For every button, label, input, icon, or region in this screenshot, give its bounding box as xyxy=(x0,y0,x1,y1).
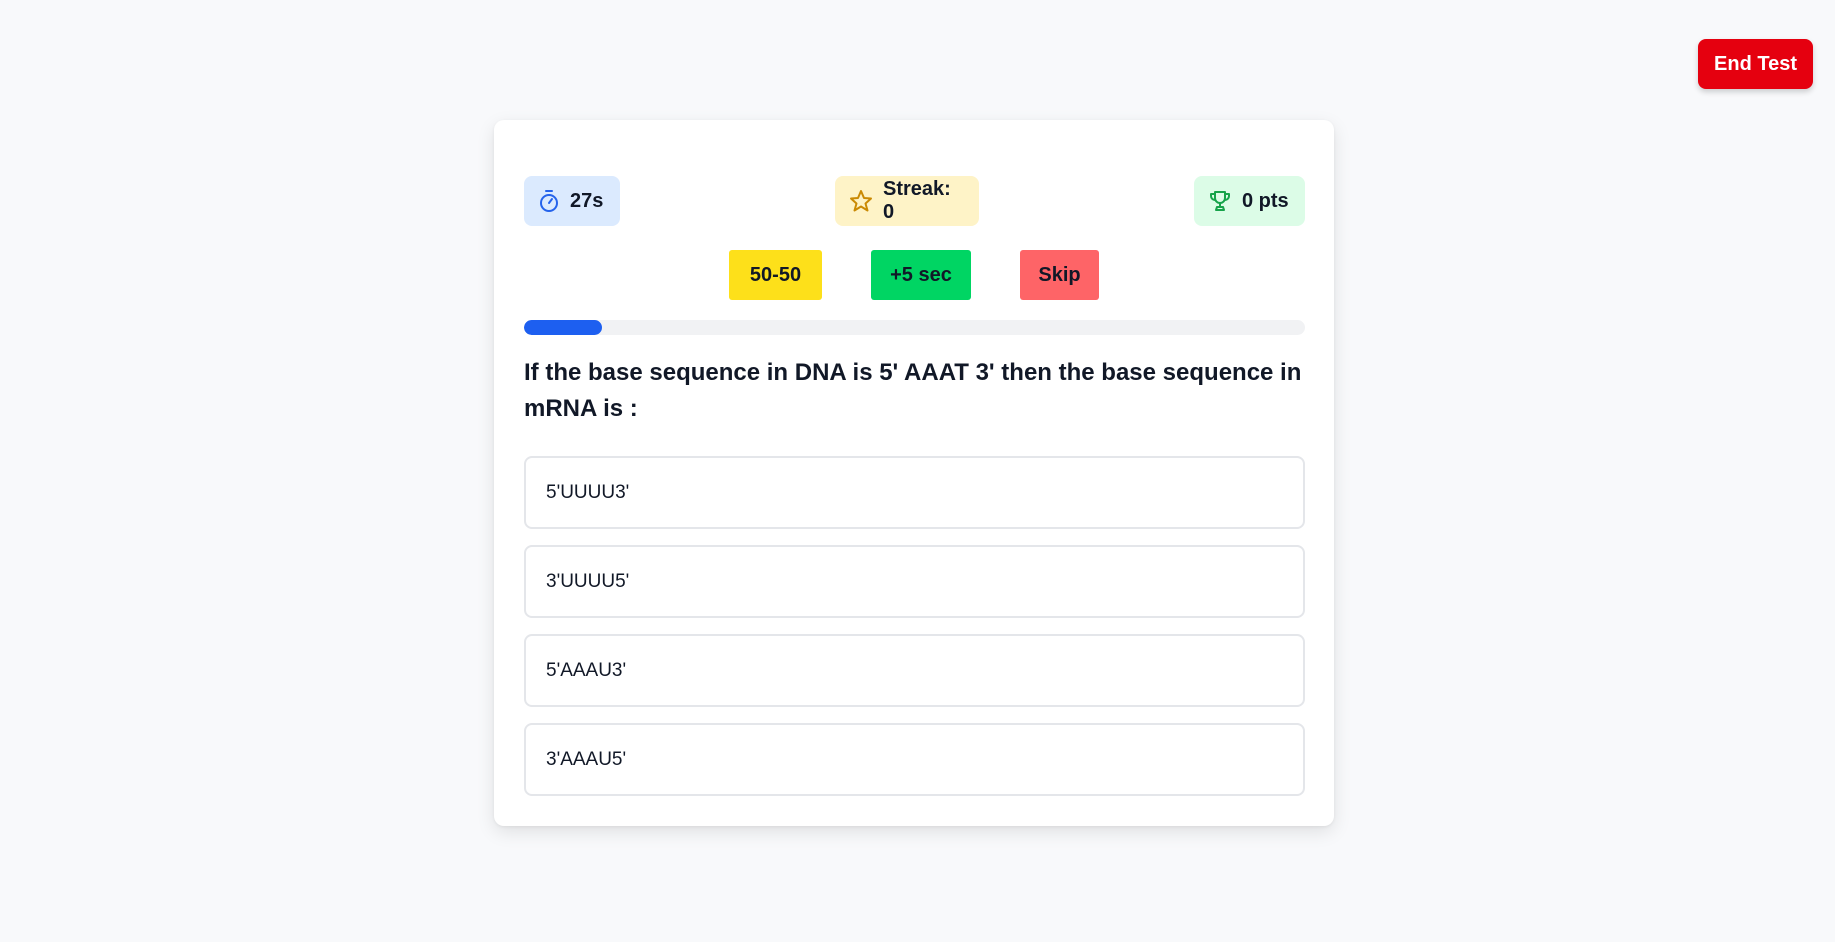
stopwatch-icon xyxy=(538,189,560,213)
points-badge: 0 pts xyxy=(1194,176,1305,226)
skip-button[interactable]: Skip xyxy=(1020,250,1099,300)
quiz-card: 27s Streak: 0 0 pts 50-50 +5 sec Skip If… xyxy=(494,120,1334,826)
extra-time-button[interactable]: +5 sec xyxy=(871,250,971,300)
star-icon xyxy=(849,189,873,213)
progress-bar xyxy=(524,320,1305,335)
timer-badge: 27s xyxy=(524,176,620,226)
option-3[interactable]: 5'AAAU3' xyxy=(524,634,1305,707)
timer-value: 27s xyxy=(570,189,604,212)
option-2[interactable]: 3'UUUU5' xyxy=(524,545,1305,618)
options-list: 5'UUUU3' 3'UUUU5' 5'AAAU3' 3'AAAU5' xyxy=(524,456,1305,812)
fifty-fifty-button[interactable]: 50-50 xyxy=(729,250,822,300)
points-value: 0 pts xyxy=(1242,189,1289,212)
progress-fill xyxy=(524,320,603,335)
question-text: If the base sequence in DNA is 5' AAAT 3… xyxy=(524,359,1302,422)
end-test-button[interactable]: End Test xyxy=(1698,39,1813,89)
option-1[interactable]: 5'UUUU3' xyxy=(524,456,1305,529)
option-4[interactable]: 3'AAAU5' xyxy=(524,723,1305,796)
trophy-icon xyxy=(1208,189,1232,213)
streak-value: Streak: 0 xyxy=(883,178,951,223)
streak-badge: Streak: 0 xyxy=(835,176,979,226)
